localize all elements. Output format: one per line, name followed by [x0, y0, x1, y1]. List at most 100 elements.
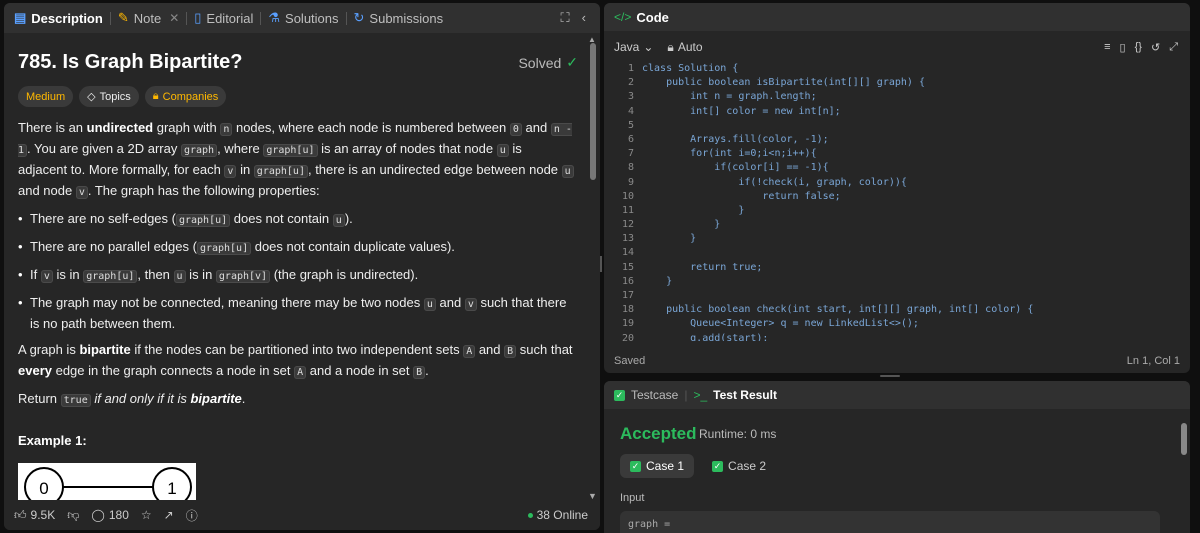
- code-line[interactable]: 15 return true;: [604, 262, 1190, 276]
- check-icon: ✓: [712, 460, 724, 472]
- comments-button[interactable]: ◯ 180: [91, 508, 128, 522]
- code-line[interactable]: 5: [604, 120, 1190, 134]
- help-icon: ⓘ: [185, 508, 198, 523]
- star-icon: ☆: [140, 508, 152, 522]
- code-text: q.add(start);: [642, 332, 769, 341]
- problem-statement: There is an undirected graph with n node…: [18, 118, 574, 417]
- help-button[interactable]: ⓘ: [186, 507, 198, 524]
- description-scrollbar[interactable]: ▲ ▼: [588, 35, 597, 503]
- topics-label: Topics: [99, 90, 131, 103]
- braces-icon[interactable]: {}: [1135, 41, 1142, 54]
- problem-footer: 👍︎ 9.5K 👎︎ ◯ 180 ☆ ↗ ⓘ 38 Online: [4, 500, 600, 530]
- code-line[interactable]: 18 public boolean check(int start, int[]…: [604, 304, 1190, 318]
- code-line[interactable]: 9 if(!check(i, graph, color)){: [604, 177, 1190, 191]
- format-icon[interactable]: ≡: [1104, 41, 1110, 54]
- solutions-icon: ⚗: [268, 10, 281, 25]
- expand-icon[interactable]: ⤢: [1169, 41, 1178, 54]
- code-text: class Solution {: [642, 63, 739, 74]
- tab-solutions[interactable]: ⚗ Solutions: [268, 10, 338, 26]
- dislike-button[interactable]: 👎︎: [67, 508, 79, 523]
- solved-label: Solved: [518, 54, 562, 71]
- horizontal-splitter[interactable]: [880, 375, 900, 377]
- editorial-icon: ▯: [194, 10, 202, 25]
- statement-paragraph: A graph is bipartite if the nodes can be…: [18, 342, 573, 379]
- scroll-thumb[interactable]: [1181, 423, 1187, 455]
- checkbox-icon: ✓: [614, 389, 625, 401]
- line-number: 8: [627, 162, 634, 174]
- title-row: 785. Is Graph Bipartite? Solved ✓: [18, 51, 578, 74]
- share-button[interactable]: ↗: [164, 508, 174, 522]
- code-line[interactable]: 11 }: [604, 205, 1190, 219]
- language-select[interactable]: Java ⌄: [614, 40, 653, 54]
- input-value: graph =: [620, 511, 1160, 533]
- code-line[interactable]: 19 Queue<Integer> q = new LinkedList<>()…: [604, 318, 1190, 332]
- code-line[interactable]: 7 for(int i=0;i<n;i++){: [604, 148, 1190, 162]
- tab-note[interactable]: ✎ Note ✕: [118, 10, 179, 26]
- list-item: If v is in graph[u], then u is in graph[…: [18, 265, 574, 286]
- tab-editorial-label: Editorial: [206, 10, 254, 26]
- reset-icon[interactable]: ↺: [1151, 41, 1160, 54]
- submissions-icon: ↻: [353, 10, 365, 25]
- case-2-tab[interactable]: ✓ Case 2: [702, 454, 776, 478]
- comment-count: 180: [108, 508, 129, 522]
- language-label: Java: [614, 40, 640, 54]
- result-status: Accepted: [620, 424, 697, 443]
- tab-description[interactable]: ▤ Description: [14, 10, 103, 26]
- close-icon[interactable]: ✕: [169, 11, 179, 25]
- topics-button[interactable]: ◇ Topics: [79, 86, 139, 107]
- bookmark-icon[interactable]: ▯: [1120, 41, 1126, 54]
- like-button[interactable]: 👍︎ 9.5K: [14, 508, 55, 523]
- code-text: int n = graph.length;: [642, 91, 817, 103]
- line-number: 11: [621, 204, 634, 216]
- tab-test-result[interactable]: Test Result: [713, 388, 777, 402]
- code-text: int[] color = new int[n];: [642, 105, 841, 117]
- line-number: 16: [621, 275, 634, 287]
- code-line[interactable]: 10 return false;: [604, 191, 1190, 205]
- tab-description-label: Description: [31, 10, 103, 26]
- statement-paragraph: Return true if and only if it is biparti…: [18, 391, 246, 407]
- code-line[interactable]: 14: [604, 247, 1190, 261]
- code-line[interactable]: 2 public boolean isBipartite(int[][] gra…: [604, 77, 1190, 91]
- line-number: 3: [627, 91, 634, 103]
- case-1-tab[interactable]: ✓ Case 1: [620, 454, 695, 478]
- code-line[interactable]: 20 q.add(start);: [604, 333, 1190, 341]
- code-toolbar: Java ⌄ 🔒︎ Auto ≡ ▯ {} ↺ ⤢: [604, 33, 1190, 61]
- code-line[interactable]: 4 int[] color = new int[n];: [604, 106, 1190, 120]
- terminal-icon: >_: [693, 388, 708, 402]
- code-line[interactable]: 17: [604, 290, 1190, 304]
- vertical-splitter[interactable]: [600, 256, 602, 272]
- online-count: 38 Online: [527, 508, 588, 522]
- maximize-icon[interactable]: ⛶: [561, 10, 570, 26]
- companies-button[interactable]: 🔒︎ Companies: [144, 86, 227, 107]
- test-scrollbar[interactable]: [1181, 417, 1187, 527]
- code-line[interactable]: 13 }: [604, 233, 1190, 247]
- code-line[interactable]: 1 class Solution {: [604, 63, 1190, 77]
- tab-note-label: Note: [133, 10, 162, 26]
- code-editor[interactable]: 1 class Solution {2 public boolean isBipa…: [604, 63, 1190, 341]
- tab-submissions[interactable]: ↻ Submissions: [354, 10, 444, 26]
- tab-editorial[interactable]: ▯ Editorial: [194, 10, 253, 26]
- collapse-icon[interactable]: ‹: [582, 10, 586, 26]
- scroll-thumb[interactable]: [590, 43, 596, 180]
- code-line[interactable]: 6 Arrays.fill(color, -1);: [604, 134, 1190, 148]
- list-item: The graph may not be connected, meaning …: [18, 293, 574, 333]
- favorite-button[interactable]: ☆: [141, 508, 152, 522]
- auto-mode[interactable]: 🔒︎ Auto: [667, 40, 702, 55]
- online-label: 38 Online: [536, 508, 588, 522]
- code-text: for(int i=0;i<n;i++){: [642, 148, 817, 160]
- code-line[interactable]: 12 }: [604, 219, 1190, 233]
- solved-status: Solved ✓: [518, 54, 578, 71]
- code-text: return true;: [642, 261, 763, 273]
- tab-testcase[interactable]: Testcase: [631, 388, 678, 402]
- code-line[interactable]: 3 int n = graph.length;: [604, 91, 1190, 105]
- runtime-label: Runtime: 0 ms: [699, 427, 777, 441]
- save-status: Saved: [614, 355, 646, 367]
- like-count: 9.5K: [30, 508, 56, 522]
- tab-divider: [186, 11, 188, 25]
- left-panel-actions: ⛶ ‹: [561, 10, 586, 26]
- code-text: }: [642, 275, 673, 287]
- code-line[interactable]: 16 }: [604, 276, 1190, 290]
- code-line[interactable]: 8 if(color[i] == -1){: [604, 162, 1190, 176]
- list-item: There are no self-edges (graph[u] does n…: [18, 209, 574, 230]
- code-text: if(!check(i, graph, color)){: [642, 176, 907, 188]
